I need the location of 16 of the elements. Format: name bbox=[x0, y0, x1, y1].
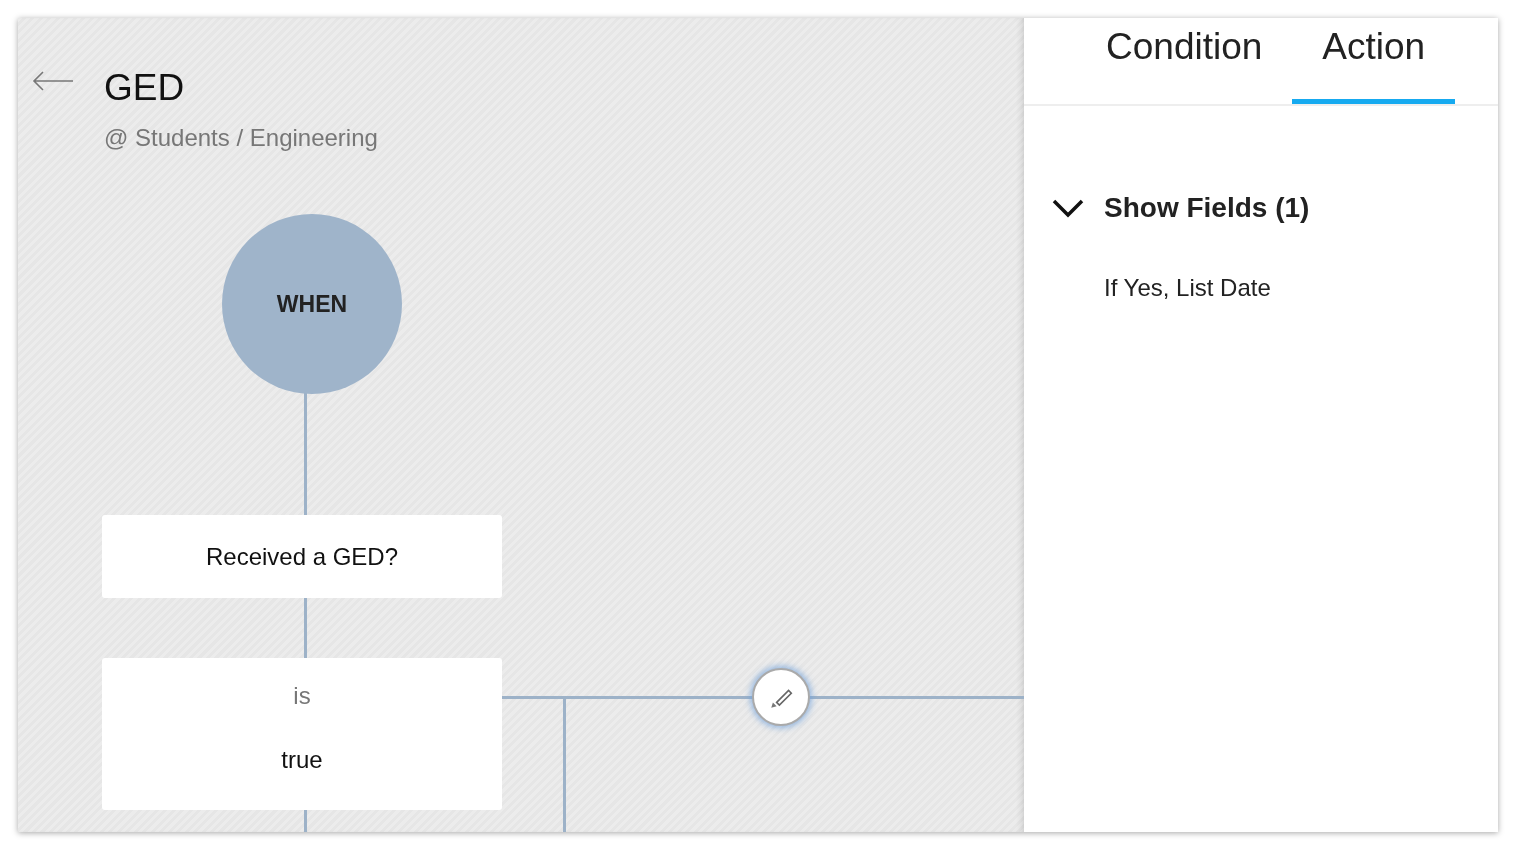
back-arrow-icon[interactable] bbox=[32, 70, 74, 92]
edit-button[interactable] bbox=[752, 668, 810, 726]
page-title: GED bbox=[104, 68, 186, 108]
condition-field-node[interactable]: Received a GED? bbox=[102, 515, 502, 598]
field-item: If Yes, List Date bbox=[1104, 274, 1272, 302]
panel-tab[interactable]: Condition bbox=[1106, 18, 1263, 104]
panel-tab[interactable]: Action bbox=[1292, 18, 1456, 104]
section-title[interactable]: Show Fields (1) bbox=[1104, 192, 1310, 224]
start-node[interactable]: WHEN bbox=[222, 214, 402, 394]
connector-line bbox=[304, 598, 307, 659]
connector-line bbox=[304, 809, 307, 832]
value-text: true bbox=[281, 746, 323, 774]
operator-text: is bbox=[293, 682, 311, 710]
breadcrumb: @ Students / Engineering bbox=[104, 124, 378, 152]
chevron-icon[interactable] bbox=[1052, 198, 1084, 218]
condition-node-card[interactable]: is true bbox=[102, 658, 502, 810]
